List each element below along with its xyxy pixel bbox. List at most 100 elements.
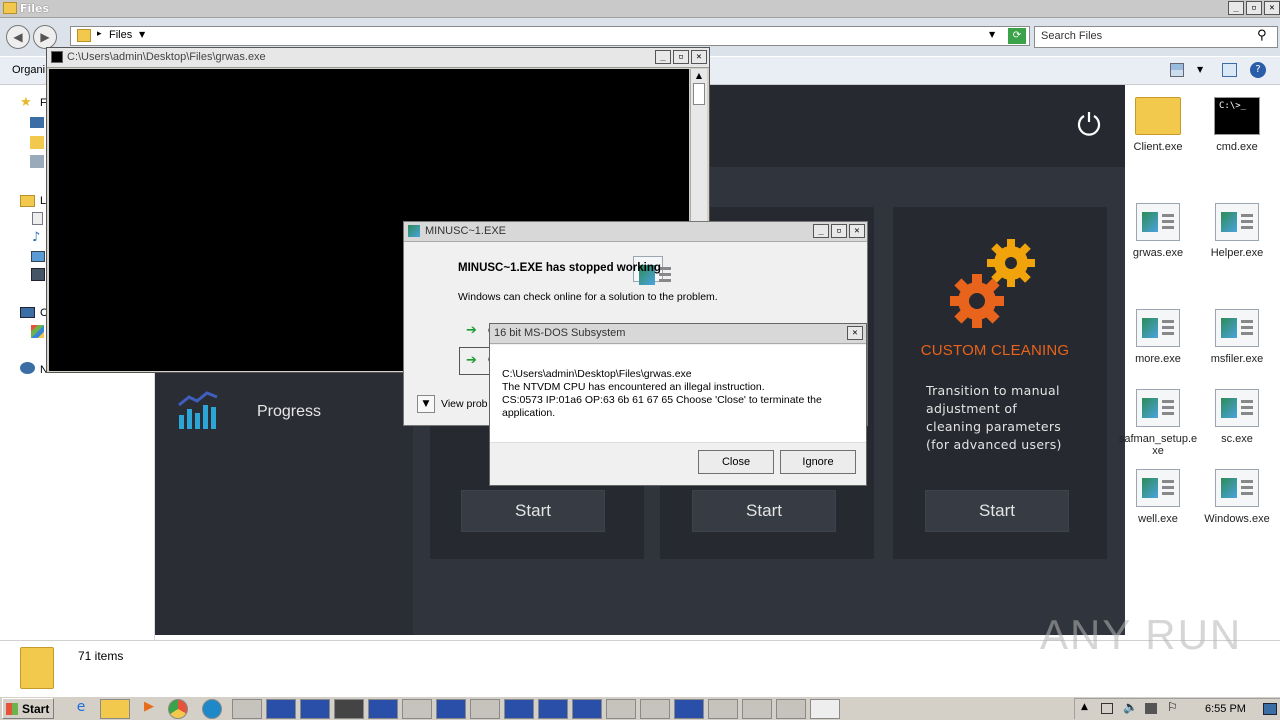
- start-label: Start: [22, 702, 50, 716]
- pictures-icon[interactable]: [31, 251, 45, 262]
- scroll-thumb[interactable]: [693, 83, 705, 105]
- file-item-helper[interactable]: Helper.exe: [1197, 203, 1277, 259]
- taskbar-window-15[interactable]: [708, 699, 738, 719]
- close-button[interactable]: ✕: [849, 224, 865, 238]
- taskbar-window-2[interactable]: [266, 699, 296, 719]
- arrow-right-icon[interactable]: ➔: [466, 323, 477, 338]
- error-dialog-title: MINUSC~1.EXE: [425, 225, 506, 237]
- taskbar-window-10[interactable]: [538, 699, 568, 719]
- start-button[interactable]: Start: [2, 698, 54, 719]
- view-problem-details[interactable]: View prob: [441, 398, 488, 410]
- maximize-button[interactable]: ▫: [673, 50, 689, 64]
- favorites-star-icon[interactable]: ★: [20, 95, 32, 110]
- app-icon: [408, 225, 420, 237]
- start-button-2[interactable]: Start: [692, 490, 836, 532]
- tray-expand-icon[interactable]: ▲: [1081, 702, 1088, 712]
- libraries-icon[interactable]: [20, 195, 35, 207]
- close-button[interactable]: ✕: [691, 50, 707, 64]
- file-item-safman[interactable]: safman_setup.exe: [1118, 389, 1198, 457]
- clock[interactable]: 6:55 PM: [1205, 703, 1246, 715]
- file-item-more[interactable]: more.exe: [1118, 309, 1198, 365]
- volume-icon[interactable]: 🔈: [1123, 700, 1138, 714]
- recent-places-icon[interactable]: [30, 155, 44, 168]
- taskbar-window-12[interactable]: [606, 699, 636, 719]
- ignore-button[interactable]: Ignore: [780, 450, 856, 474]
- start-button-3[interactable]: Start: [925, 490, 1069, 532]
- taskbar-window-5[interactable]: [368, 699, 398, 719]
- flag-icon[interactable]: ⚐: [1167, 700, 1178, 714]
- maximize-button[interactable]: ▫: [831, 224, 847, 238]
- close-button[interactable]: ✕: [1264, 1, 1280, 15]
- back-button[interactable]: ◀: [6, 25, 30, 49]
- minimize-button[interactable]: _: [655, 50, 671, 64]
- help-icon[interactable]: ?: [1250, 62, 1266, 78]
- network-icon[interactable]: [20, 362, 35, 374]
- taskbar-window-9[interactable]: [504, 699, 534, 719]
- expand-details-button[interactable]: ▼: [417, 395, 435, 413]
- search-icon[interactable]: ⚲: [1257, 28, 1267, 43]
- documents-icon[interactable]: [32, 212, 43, 225]
- taskbar-window-11[interactable]: [572, 699, 602, 719]
- dropdown-arrow-icon[interactable]: ▼: [989, 30, 995, 39]
- computer-icon[interactable]: [20, 307, 35, 318]
- close-app-button[interactable]: Close: [698, 450, 774, 474]
- start-button-1[interactable]: Start: [461, 490, 605, 532]
- scroll-up-icon[interactable]: ▲: [691, 69, 707, 83]
- chevron-down-icon[interactable]: ▼: [1197, 65, 1203, 74]
- ntvdm-titlebar[interactable]: 16 bit MS-DOS Subsystem ✕: [490, 324, 866, 344]
- breadcrumb[interactable]: Files: [109, 29, 132, 41]
- show-desktop-icon[interactable]: [1263, 703, 1277, 715]
- exe-icon: [1136, 389, 1180, 427]
- music-icon[interactable]: ♪: [32, 230, 40, 245]
- taskbar-window-6[interactable]: [402, 699, 432, 719]
- videos-icon[interactable]: [31, 268, 45, 281]
- file-item-cmd[interactable]: C:\>_ cmd.exe: [1197, 97, 1277, 153]
- search-input[interactable]: Search Files ⚲: [1034, 26, 1278, 48]
- taskbar-window-16[interactable]: [742, 699, 772, 719]
- forward-button[interactable]: ▶: [33, 25, 57, 49]
- explorer-icon[interactable]: [100, 699, 130, 719]
- progress-chart-icon[interactable]: [177, 391, 219, 431]
- chrome-window-button[interactable]: [810, 699, 840, 719]
- taskbar-window-4[interactable]: [334, 699, 364, 719]
- chrome-icon[interactable]: [168, 699, 188, 719]
- refresh-icon[interactable]: ⟳: [1008, 28, 1026, 44]
- preview-pane-icon[interactable]: [1222, 63, 1237, 77]
- network-tray-icon[interactable]: [1145, 703, 1157, 714]
- address-bar[interactable]: ▸ Files ▼ ▼ ⟳: [70, 26, 1030, 46]
- ntvdm-dialog[interactable]: 16 bit MS-DOS Subsystem ✕ C:\Users\admin…: [489, 323, 867, 486]
- chevron-down-icon[interactable]: ▼: [139, 30, 145, 39]
- media-player-icon[interactable]: ▶: [134, 699, 164, 719]
- view-options-icon[interactable]: [1170, 63, 1184, 77]
- organize-button[interactable]: Organi: [12, 64, 45, 76]
- error-dialog-titlebar[interactable]: MINUSC~1.EXE _ ▫ ✕: [404, 222, 867, 242]
- taskbar-window-7[interactable]: [436, 699, 466, 719]
- close-button[interactable]: ✕: [847, 326, 863, 340]
- file-item-client[interactable]: Client.exe: [1118, 97, 1198, 153]
- drive-icon[interactable]: [31, 325, 44, 338]
- desktop-icon[interactable]: [30, 117, 44, 128]
- windows-logo-icon: [6, 703, 18, 715]
- file-item-grwas[interactable]: grwas.exe: [1118, 203, 1198, 259]
- maximize-button[interactable]: ▫: [1246, 1, 1262, 15]
- file-item-msfiler[interactable]: msfiler.exe: [1197, 309, 1277, 365]
- action-center-icon[interactable]: [1101, 703, 1113, 714]
- file-item-well[interactable]: well.exe: [1118, 469, 1198, 525]
- gears-icon: [950, 239, 1035, 328]
- power-icon[interactable]: [1075, 109, 1103, 137]
- sidebar-progress-label[interactable]: Progress: [257, 403, 321, 421]
- ie-icon[interactable]: e: [66, 699, 96, 719]
- taskbar-window-14[interactable]: [674, 699, 704, 719]
- taskbar-window-8[interactable]: [470, 699, 500, 719]
- minimize-button[interactable]: _: [813, 224, 829, 238]
- taskbar-window-17[interactable]: [776, 699, 806, 719]
- file-item-windows[interactable]: Windows.exe: [1197, 469, 1277, 525]
- edge-icon[interactable]: [202, 699, 222, 719]
- taskbar-window-13[interactable]: [640, 699, 670, 719]
- file-item-sc[interactable]: sc.exe: [1197, 389, 1277, 445]
- dos-window-titlebar[interactable]: C:\Users\admin\Desktop\Files\grwas.exe _…: [47, 48, 709, 68]
- downloads-icon[interactable]: [30, 136, 44, 149]
- taskbar-window-1[interactable]: [232, 699, 262, 719]
- minimize-button[interactable]: _: [1228, 1, 1244, 15]
- taskbar-window-3[interactable]: [300, 699, 330, 719]
